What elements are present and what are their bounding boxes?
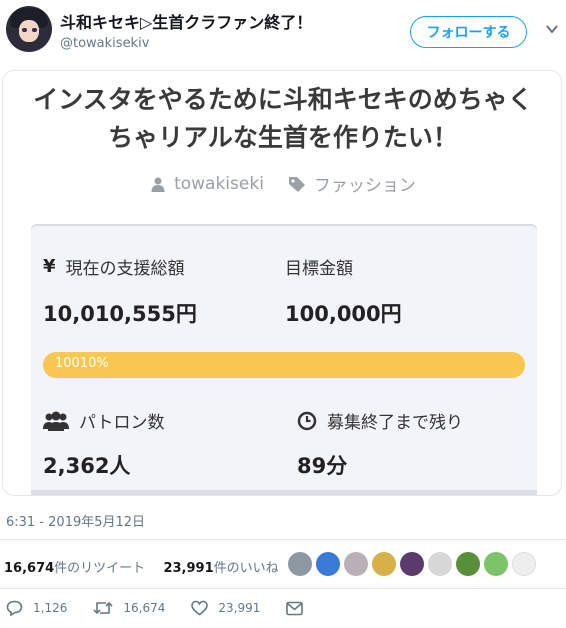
divider [0, 588, 566, 589]
patrons-label: パトロン数 [43, 408, 165, 433]
progress-bar: 10010% [43, 352, 525, 378]
display-name[interactable]: 斗和キセキ▷生首クラファン終了！ [60, 9, 312, 33]
category-name: ファッション [313, 176, 416, 196]
avatar[interactable] [512, 552, 536, 576]
remaining-label: 募集終了まで残り [297, 408, 463, 433]
goal-amount-label: 目標金額 [285, 259, 353, 279]
remaining-value: 89分 [297, 454, 348, 478]
avatar[interactable] [400, 552, 424, 576]
link-card[interactable]: インスタをやるために斗和キセキのめちゃく ちゃリアルな生首を作りたい！ towa… [2, 70, 562, 496]
card-title: インスタをやるために斗和キセキのめちゃく ちゃリアルな生首を作りたい！ [33, 85, 533, 152]
avatar[interactable] [456, 552, 480, 576]
reply-icon [6, 600, 23, 616]
chevron-down-icon[interactable] [545, 22, 559, 36]
avatar[interactable] [288, 552, 312, 576]
reply-button[interactable]: 1,126 [6, 600, 67, 616]
retweet-button[interactable]: 16,674 [93, 600, 165, 616]
tweet-actions: 1,126 16,674 23,991 [6, 600, 329, 616]
retweet-icon [93, 601, 113, 615]
avatar[interactable] [372, 552, 396, 576]
likes-count[interactable]: 23,991 [163, 561, 213, 576]
tweet-header: 斗和キセキ▷生首クラファン終了！ @towakisekiv フォローする [0, 0, 566, 64]
engagement-stats: 16,674件のリツイート 23,991件のいいね [4, 561, 279, 576]
funding-panel: ¥ 現在の支援総額 10,010,555円 目標金額 100,000円 1001… [31, 224, 537, 495]
user-icon [151, 177, 165, 192]
avatar[interactable] [428, 552, 452, 576]
progress-text: 10010% [55, 356, 109, 371]
avatar[interactable] [344, 552, 368, 576]
avatar[interactable] [6, 6, 52, 52]
yen-icon: ¥ [43, 256, 56, 277]
goal-amount-value: 100,000円 [285, 302, 402, 326]
clock-icon [297, 411, 317, 430]
dm-icon [286, 601, 304, 615]
patrons-value: 2,362人 [43, 454, 131, 478]
author-name: towakiseki [174, 173, 264, 194]
tweet-timestamp[interactable]: 6:31 - 2019年5月12日 [6, 511, 145, 530]
current-amount-value: 10,010,555円 [43, 302, 197, 326]
divider [0, 539, 566, 540]
liker-avatars [288, 552, 536, 576]
tag-icon [288, 176, 305, 192]
retweets-count[interactable]: 16,674 [4, 561, 54, 576]
avatar[interactable] [316, 552, 340, 576]
card-meta: towakiseki ファッション [3, 171, 561, 196]
heart-icon [191, 600, 209, 616]
follow-button[interactable]: フォローする [410, 16, 527, 48]
like-button[interactable]: 23,991 [191, 600, 260, 616]
people-icon [43, 411, 69, 431]
avatar[interactable] [484, 552, 508, 576]
current-amount-label: ¥ 現在の支援総額 [43, 256, 185, 279]
dm-button[interactable] [286, 601, 304, 616]
user-handle[interactable]: @towakisekiv [60, 36, 149, 51]
